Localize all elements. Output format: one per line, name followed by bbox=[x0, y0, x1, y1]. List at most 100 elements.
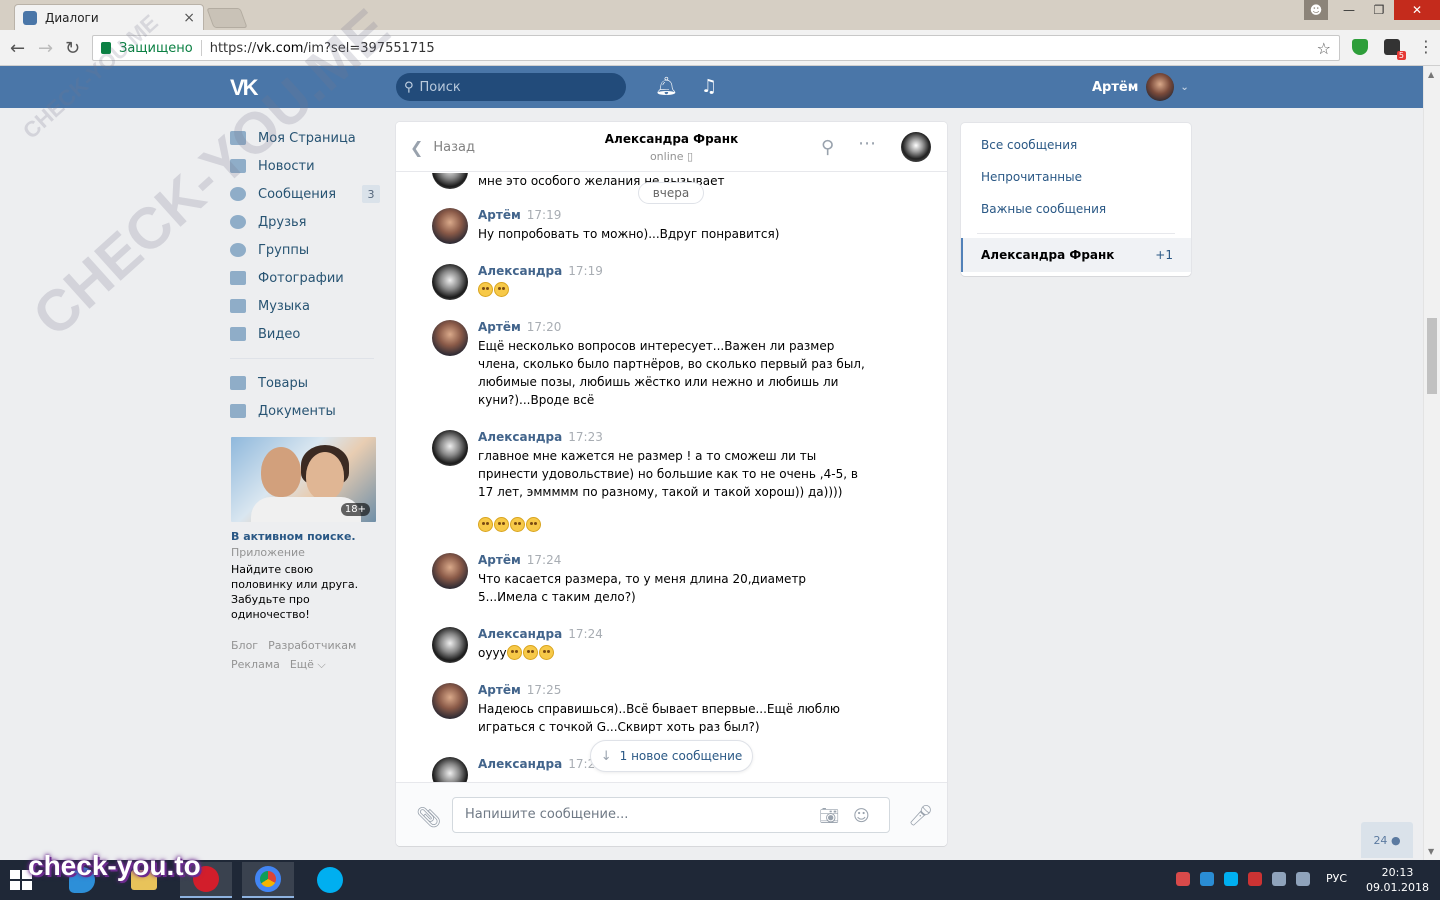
tray-volume-icon[interactable] bbox=[1296, 872, 1310, 886]
window-close-icon[interactable]: ✕ bbox=[1394, 0, 1440, 20]
message-time[interactable]: 17:23 bbox=[568, 430, 603, 444]
more-actions-icon[interactable]: ⋯ bbox=[858, 133, 876, 154]
reload-icon[interactable]: ↻ bbox=[65, 38, 80, 59]
page-scrollbar[interactable]: ▲ ▼ bbox=[1423, 66, 1440, 860]
new-message-button[interactable]: ↓ 1 новое сообщение bbox=[590, 740, 753, 772]
message-author[interactable]: Александра bbox=[478, 430, 562, 444]
sidebar-item-photos[interactable]: Фотографии bbox=[230, 264, 380, 292]
filter-important[interactable]: Важные сообщения bbox=[961, 193, 1191, 225]
message-author[interactable]: Александра bbox=[478, 757, 562, 771]
message-time[interactable]: 17:24 bbox=[527, 553, 562, 567]
message-time[interactable]: 17:20 bbox=[527, 320, 562, 334]
vk-logo-icon[interactable]: VK bbox=[230, 75, 264, 100]
taskbar-chrome-icon[interactable] bbox=[242, 862, 294, 898]
filter-all-messages[interactable]: Все сообщения bbox=[961, 129, 1191, 161]
video-icon bbox=[230, 327, 246, 341]
footer-link-more[interactable]: Ещё ⌵ bbox=[290, 658, 326, 671]
back-arrow-icon[interactable]: ← bbox=[10, 38, 25, 59]
new-tab-button[interactable] bbox=[206, 8, 248, 28]
tray-skype-icon[interactable] bbox=[1224, 872, 1238, 886]
message-author[interactable]: Артём bbox=[478, 553, 521, 567]
search-box[interactable]: ⚲ bbox=[396, 73, 626, 101]
sender-avatar[interactable] bbox=[432, 320, 468, 356]
tab-close-icon[interactable]: × bbox=[183, 10, 195, 26]
message-time[interactable]: 17:19 bbox=[527, 208, 562, 222]
forward-arrow-icon[interactable]: → bbox=[38, 38, 53, 59]
message-input[interactable] bbox=[465, 807, 805, 822]
bookmark-star-icon[interactable]: ☆ bbox=[1317, 39, 1331, 58]
tray-network-icon[interactable] bbox=[1272, 872, 1286, 886]
taskbar-skype-icon[interactable] bbox=[304, 862, 356, 898]
sidebar-item-documents[interactable]: Документы bbox=[230, 397, 380, 425]
omnibox[interactable]: Защищено https://vk.com/im?sel=397551715… bbox=[92, 35, 1340, 61]
message-text: главное мне кажется не размер ! а то смо… bbox=[478, 449, 858, 499]
message-time[interactable]: 17:19 bbox=[568, 264, 603, 278]
scrollbar-thumb[interactable] bbox=[1427, 318, 1437, 394]
camera-icon[interactable]: 📷︎ bbox=[819, 806, 839, 825]
microphone-icon[interactable]: 🎤︎ bbox=[908, 803, 933, 827]
sender-avatar[interactable] bbox=[432, 264, 468, 300]
sidebar-item-music[interactable]: Музыка bbox=[230, 292, 380, 320]
chat-panel: ❮ Назад Александра Франк online ▯ ⚲ ⋯ мне… bbox=[396, 122, 947, 846]
header-user-name: Артём bbox=[1092, 79, 1139, 95]
message-input-box[interactable]: 📷︎ ☺ bbox=[452, 797, 890, 833]
sender-avatar[interactable] bbox=[432, 208, 468, 244]
tray-app-icon[interactable] bbox=[1200, 872, 1214, 886]
restore-icon[interactable]: ❐ bbox=[1364, 0, 1394, 20]
message-author[interactable]: Александра bbox=[478, 627, 562, 641]
header-user-menu[interactable]: Артём ⌄ bbox=[1092, 73, 1189, 101]
window-controls: ☻ — ❐ ✕ bbox=[1304, 0, 1440, 22]
sender-avatar[interactable] bbox=[432, 173, 468, 189]
message-emoji-row bbox=[478, 516, 868, 534]
sender-avatar[interactable] bbox=[432, 757, 468, 782]
message-author[interactable]: Александра bbox=[478, 264, 562, 278]
sidebar-ad[interactable]: 18+ В активном поиске. Приложение Найдит… bbox=[231, 437, 376, 622]
footer-link-blog[interactable]: Блог bbox=[231, 639, 258, 652]
sender-avatar[interactable] bbox=[432, 430, 468, 466]
sidebar-divider bbox=[230, 358, 374, 359]
scroll-up-icon[interactable]: ▲ bbox=[1428, 70, 1434, 79]
search-input[interactable] bbox=[419, 79, 600, 95]
chrome-profile-icon[interactable]: ☻ bbox=[1304, 0, 1328, 20]
peer-avatar[interactable] bbox=[901, 132, 931, 162]
search-icon[interactable]: ⚲ bbox=[821, 137, 834, 158]
footer-link-ads[interactable]: Реклама bbox=[231, 658, 280, 671]
sidebar-item-market[interactable]: Товары bbox=[230, 369, 380, 397]
music-note-icon[interactable]: ♫ bbox=[701, 76, 717, 97]
message-author[interactable]: Артём bbox=[478, 683, 521, 697]
message-time[interactable]: 17:25 bbox=[527, 683, 562, 697]
message-author[interactable]: Артём bbox=[478, 208, 521, 222]
attach-paperclip-icon[interactable]: 📎︎ bbox=[416, 805, 441, 829]
message-author[interactable]: Артём bbox=[478, 320, 521, 334]
active-dialog-item[interactable]: Александра Франк +1 bbox=[961, 238, 1191, 272]
extension-icon[interactable]: 5 bbox=[1384, 39, 1406, 60]
sidebar-item-news[interactable]: Новости bbox=[230, 152, 380, 180]
sidebar-item-friends[interactable]: Друзья bbox=[230, 208, 380, 236]
sender-avatar[interactable] bbox=[432, 553, 468, 589]
message-time[interactable]: 17:24 bbox=[568, 627, 603, 641]
sidebar-item-my-page[interactable]: Моя Страница bbox=[230, 124, 380, 152]
chrome-menu-icon[interactable]: ⋮ bbox=[1418, 37, 1434, 56]
tray-app-icon[interactable] bbox=[1248, 872, 1262, 886]
notifications-bell-icon[interactable]: 🔔︎ bbox=[655, 76, 678, 97]
ad-title[interactable]: В активном поиске. bbox=[231, 530, 376, 543]
ad-image[interactable]: 18+ bbox=[231, 437, 376, 522]
filter-unread[interactable]: Непрочитанные bbox=[961, 161, 1191, 193]
sidebar-item-video[interactable]: Видео bbox=[230, 320, 380, 348]
language-indicator[interactable]: РУС bbox=[1326, 872, 1347, 885]
emoji-smile-icon[interactable]: ☺ bbox=[853, 806, 870, 825]
sidebar-item-messages[interactable]: Сообщения 3 bbox=[230, 180, 380, 208]
sender-avatar[interactable] bbox=[432, 683, 468, 719]
sidebar-item-groups[interactable]: Группы bbox=[230, 236, 380, 264]
scroll-down-icon[interactable]: ▼ bbox=[1428, 847, 1434, 856]
tray-app-icon[interactable] bbox=[1176, 872, 1190, 886]
message-history[interactable]: мне это особого желания не вызывает вчер… bbox=[396, 173, 947, 782]
url-text[interactable]: https://vk.com/im?sel=397551715 bbox=[210, 41, 435, 56]
browser-tab[interactable]: Диалоги × bbox=[14, 4, 204, 30]
taskbar-clock[interactable]: 20:13 09.01.2018 bbox=[1366, 865, 1429, 895]
friends-online-button[interactable]: 24 ● bbox=[1361, 822, 1413, 858]
sender-avatar[interactable] bbox=[432, 627, 468, 663]
footer-link-developers[interactable]: Разработчикам bbox=[268, 639, 356, 652]
adblock-shield-icon[interactable] bbox=[1352, 39, 1368, 55]
minimize-icon[interactable]: — bbox=[1334, 0, 1364, 20]
